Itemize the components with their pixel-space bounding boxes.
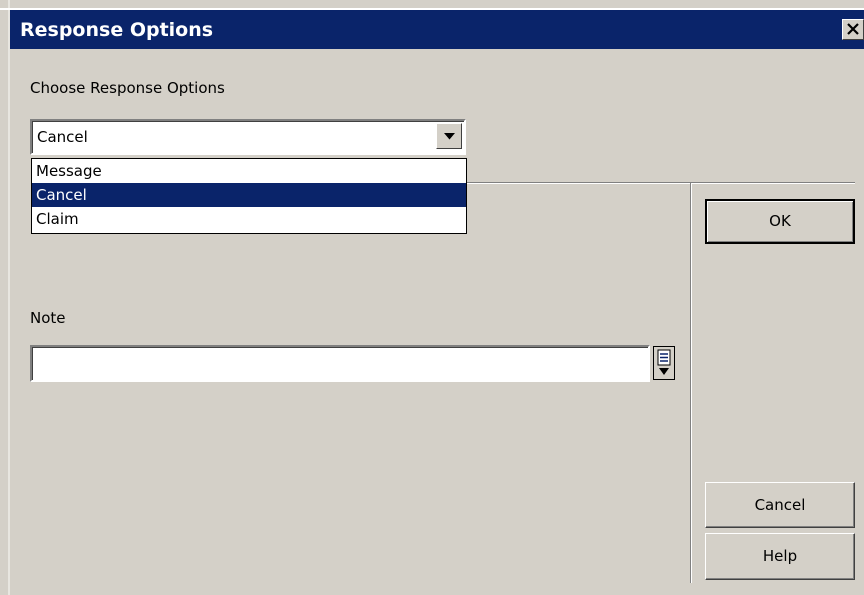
list-item-message[interactable]: Message [32, 159, 466, 183]
list-picker-icon [657, 349, 671, 375]
response-options-selected-value: Cancel [37, 128, 88, 146]
response-options-label: Choose Response Options [30, 79, 225, 97]
list-item-claim[interactable]: Claim [32, 207, 466, 231]
dropdown-button[interactable] [436, 123, 462, 149]
note-field[interactable] [30, 345, 650, 382]
separator-horizontal-highlight [467, 183, 855, 184]
title-bar[interactable]: Response Options [10, 10, 864, 49]
list-item-cancel[interactable]: Cancel [32, 183, 466, 207]
separator-vertical-highlight [691, 183, 692, 583]
chevron-down-icon [444, 133, 455, 140]
note-label: Note [30, 309, 66, 327]
window-title: Response Options [20, 19, 214, 41]
window-edge [8, 0, 10, 595]
response-options-select[interactable]: Cancel [30, 119, 466, 155]
ok-button[interactable]: OK [705, 199, 855, 244]
cancel-button[interactable]: Cancel [705, 482, 855, 528]
note-picker-button[interactable] [653, 346, 675, 380]
help-button[interactable]: Help [705, 533, 855, 580]
close-button[interactable] [842, 19, 864, 40]
response-options-list[interactable]: Message Cancel Claim [31, 158, 467, 234]
close-icon [847, 23, 859, 35]
response-options-dialog: Response Options Choose Response Options… [0, 0, 864, 595]
